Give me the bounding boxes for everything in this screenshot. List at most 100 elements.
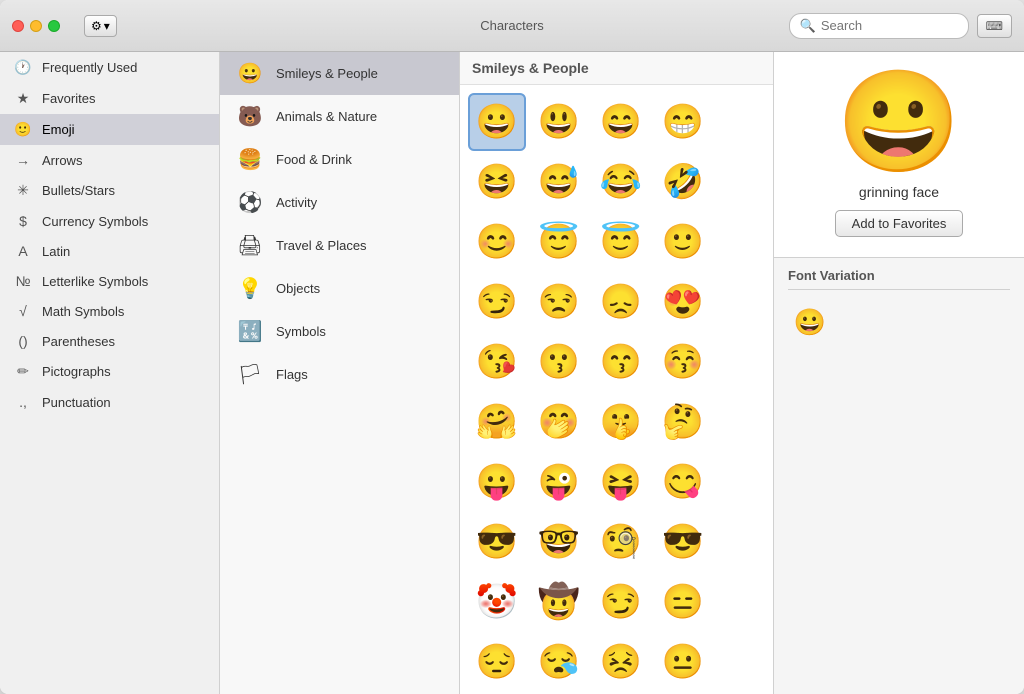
emoji-cell[interactable]: 😙 <box>592 333 650 391</box>
flags-category-icon: 🏳 <box>236 362 264 387</box>
emoji-cell[interactable]: 😜 <box>530 453 588 511</box>
sidebar-label-math: Math Symbols <box>42 304 124 319</box>
emoji-cell[interactable]: 😐 <box>654 633 712 691</box>
category-label-smileys: Smileys & People <box>276 66 378 81</box>
frequently-used-icon: 🕐 <box>14 59 32 76</box>
sidebar-item-letterlike[interactable]: № Letterlike Symbols <box>0 266 219 296</box>
emoji-cell[interactable]: 😞 <box>592 273 650 331</box>
category-item-food[interactable]: 🍔 Food & Drink <box>220 138 459 181</box>
emoji-cell[interactable]: 😝 <box>592 453 650 511</box>
emoji-cell[interactable]: 😅 <box>530 153 588 211</box>
category-label-animals: Animals & Nature <box>276 109 377 124</box>
sidebar-item-currency[interactable]: $ Currency Symbols <box>0 206 219 236</box>
sidebar-item-parentheses[interactable]: () Parentheses <box>0 326 219 356</box>
pictographs-icon: ✏ <box>14 363 32 380</box>
category-label-symbols: Symbols <box>276 324 326 339</box>
emoji-cell[interactable]: 😀 <box>468 93 526 151</box>
emoji-cell[interactable]: 😏 <box>468 273 526 331</box>
category-item-flags[interactable]: 🏳 Flags <box>220 353 459 396</box>
sidebar-item-punctuation[interactable]: ., Punctuation <box>0 387 219 417</box>
detail-name: grinning face <box>859 184 939 200</box>
emoji-cell[interactable]: 😇 <box>530 213 588 271</box>
emoji-cell[interactable]: 🤠 <box>530 573 588 631</box>
emoji-cell[interactable]: 😍 <box>654 273 712 331</box>
add-favorites-button[interactable]: Add to Favorites <box>835 210 964 237</box>
emoji-cell[interactable]: 🧐 <box>592 513 650 571</box>
emoji-grid: 😀😃😄😁😆😅😂🤣😊😇😇🙂😏😒😞😍😘😗😙😚🤗🤭🤫🤔😛😜😝😋😎🤓🧐😎🤡🤠😏😑😔😪😣😐… <box>460 85 773 694</box>
emoji-cell[interactable]: 😂 <box>592 153 650 211</box>
keyboard-button[interactable]: ⌨ <box>977 14 1012 38</box>
search-box[interactable]: 🔍 <box>789 13 969 39</box>
sidebar-item-pictographs[interactable]: ✏ Pictographs <box>0 356 219 387</box>
category-item-smileys[interactable]: 😀 Smileys & People <box>220 52 459 95</box>
category-item-travel[interactable]: 🖨 Travel & Places <box>220 224 459 267</box>
smileys-category-icon: 😀 <box>236 61 264 86</box>
title-bar: ⚙ ▾ Characters 🔍 ⌨ <box>0 0 1024 52</box>
sidebar-item-bullets[interactable]: ✳ Bullets/Stars <box>0 175 219 206</box>
category-item-activity[interactable]: ⚽ Activity <box>220 181 459 224</box>
emoji-cell[interactable]: 🤡 <box>468 573 526 631</box>
emoji-cell[interactable]: 😇 <box>592 213 650 271</box>
emoji-cell[interactable]: 😗 <box>530 333 588 391</box>
emoji-cell[interactable]: 😪 <box>530 633 588 691</box>
category-label-food: Food & Drink <box>276 152 352 167</box>
category-item-symbols[interactable]: 🔣 Symbols <box>220 310 459 353</box>
sidebar-item-emoji[interactable]: 🙂 Emoji <box>0 114 219 145</box>
category-item-animals[interactable]: 🐻 Animals & Nature <box>220 95 459 138</box>
close-button[interactable] <box>12 20 24 32</box>
emoji-cell[interactable]: 🤭 <box>530 393 588 451</box>
sidebar-item-arrows[interactable]: → Arrows <box>0 145 219 175</box>
minimize-button[interactable] <box>30 20 42 32</box>
sidebar-label-arrows: Arrows <box>42 153 82 168</box>
food-category-icon: 🍔 <box>236 147 264 172</box>
emoji-cell[interactable]: 😎 <box>468 513 526 571</box>
emoji-cell[interactable]: 😘 <box>468 333 526 391</box>
math-icon: √ <box>14 303 32 319</box>
emoji-cell[interactable]: 🤫 <box>592 393 650 451</box>
latin-icon: A <box>14 243 32 259</box>
sidebar-item-math[interactable]: √ Math Symbols <box>0 296 219 326</box>
maximize-button[interactable] <box>48 20 60 32</box>
parentheses-icon: () <box>14 333 32 349</box>
emoji-cell[interactable]: 🤣 <box>654 153 712 211</box>
emoji-cell[interactable]: 😄 <box>592 93 650 151</box>
category-label-travel: Travel & Places <box>276 238 367 253</box>
category-label-objects: Objects <box>276 281 320 296</box>
font-variation-grid: 😀 <box>788 300 1010 344</box>
detail-preview: 😀 grinning face Add to Favorites <box>774 52 1024 258</box>
category-list: 😀 Smileys & People 🐻 Animals & Nature 🍔 … <box>220 52 460 694</box>
sidebar-label-bullets: Bullets/Stars <box>42 183 115 198</box>
emoji-cell[interactable]: 😔 <box>468 633 526 691</box>
emoji-cell[interactable]: 😑 <box>654 573 712 631</box>
emoji-cell[interactable]: 😊 <box>468 213 526 271</box>
emoji-cell[interactable]: 😁 <box>654 93 712 151</box>
search-input[interactable] <box>821 18 958 33</box>
emoji-cell[interactable]: 🙂 <box>654 213 712 271</box>
emoji-cell[interactable]: 😏 <box>592 573 650 631</box>
emoji-cell[interactable]: 🤗 <box>468 393 526 451</box>
sidebar-item-favorites[interactable]: ★ Favorites <box>0 83 219 114</box>
character-viewer-window: ⚙ ▾ Characters 🔍 ⌨ 🕐 Frequently Used ★ F… <box>0 0 1024 694</box>
bullets-icon: ✳ <box>14 182 32 199</box>
sidebar-label-currency: Currency Symbols <box>42 214 148 229</box>
font-variation-cell[interactable]: 😀 <box>788 300 832 344</box>
category-item-objects[interactable]: 💡 Objects <box>220 267 459 310</box>
category-label-activity: Activity <box>276 195 317 210</box>
emoji-cell[interactable]: 😒 <box>530 273 588 331</box>
arrows-icon: → <box>14 152 32 168</box>
emoji-cell[interactable]: 😛 <box>468 453 526 511</box>
favorites-icon: ★ <box>14 90 32 107</box>
emoji-cell[interactable]: 🤔 <box>654 393 712 451</box>
gear-icon: ⚙ <box>91 19 102 33</box>
emoji-cell[interactable]: 😋 <box>654 453 712 511</box>
emoji-cell[interactable]: 😃 <box>530 93 588 151</box>
sidebar-label-pictographs: Pictographs <box>42 364 111 379</box>
emoji-cell[interactable]: 😎 <box>654 513 712 571</box>
sidebar-item-frequently-used[interactable]: 🕐 Frequently Used <box>0 52 219 83</box>
sidebar-item-latin[interactable]: A Latin <box>0 236 219 266</box>
emoji-cell[interactable]: 😆 <box>468 153 526 211</box>
emoji-cell[interactable]: 😣 <box>592 633 650 691</box>
emoji-cell[interactable]: 😚 <box>654 333 712 391</box>
gear-button[interactable]: ⚙ ▾ <box>84 15 117 37</box>
emoji-cell[interactable]: 🤓 <box>530 513 588 571</box>
